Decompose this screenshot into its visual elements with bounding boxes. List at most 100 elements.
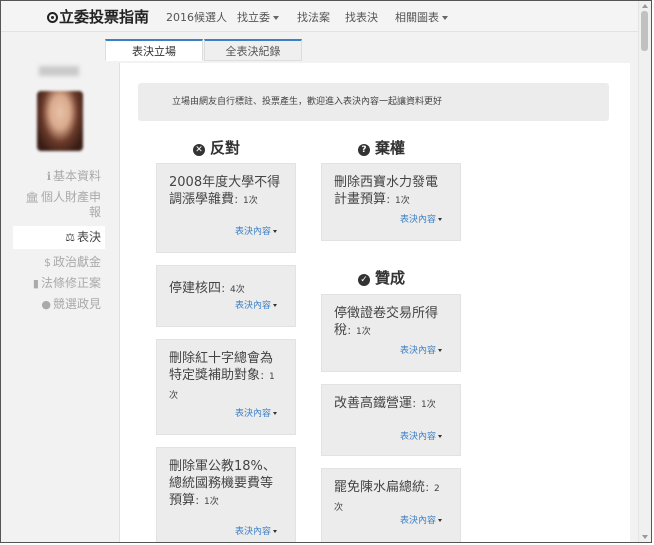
vote-card: 罷免陳水扁總統：2次 表決內容 xyxy=(321,468,461,542)
notice-text: 立場由網友自行標註、投票產生，歡迎進入表決內容一起讓資料更好 xyxy=(172,97,443,107)
navbar: 立委投票指南 2016候選人 找立委 找法案 找表決 相關圖表 xyxy=(1,1,639,32)
sidebar-item-label: 基本資料 xyxy=(52,169,101,183)
info-icon: ℹ xyxy=(46,170,51,183)
bank-icon: 🏛 xyxy=(25,191,39,204)
abstain-heading: ? 棄權 xyxy=(358,137,405,158)
balance-scale-icon: ⚖ xyxy=(65,231,75,244)
nav-find-legislator[interactable]: 找立委 xyxy=(237,9,279,25)
sidebar-item-platform[interactable]: ● 競選政見 xyxy=(15,297,105,312)
tab-label: 全表決紀錄 xyxy=(225,45,281,58)
dollar-icon: $ xyxy=(43,256,51,269)
vote-card-count: 1次 xyxy=(356,327,371,337)
times-circle-icon: ✕ xyxy=(193,144,205,156)
chevron-down-icon xyxy=(438,435,442,438)
support-heading: ✓ 贊成 xyxy=(358,267,405,288)
vote-detail-link-label: 表決內容 xyxy=(234,227,271,237)
vote-detail-link[interactable]: 表決內容 xyxy=(235,524,277,537)
tab-all-vote-records[interactable]: 全表決紀錄 xyxy=(204,39,302,61)
vote-card-title: 刪除紅十字總會為特定獎補助對象 xyxy=(169,351,274,383)
sidebar-item-label: 個人財產申報 xyxy=(40,190,101,219)
oppose-heading: ✕ 反對 xyxy=(193,137,240,158)
vote-card-count: 4次 xyxy=(230,285,245,295)
vote-detail-link-label: 表決內容 xyxy=(234,527,271,537)
chevron-down-icon xyxy=(438,519,442,522)
nav-find-bill[interactable]: 找法案 xyxy=(297,9,330,25)
vote-card-title: 2008年度大學不得調漲學雜費 xyxy=(169,175,281,207)
vote-detail-link-label: 表決內容 xyxy=(399,516,436,526)
vote-detail-link-label: 表決內容 xyxy=(399,346,436,356)
vote-card: 刪除西寶水力發電計畫預算：1次 表決內容 xyxy=(321,163,461,241)
vote-detail-link-label: 表決內容 xyxy=(399,432,436,442)
chevron-down-icon xyxy=(273,412,277,415)
vote-card-count: 1次 xyxy=(243,196,258,206)
tab-label: 表決立場 xyxy=(132,45,176,58)
vote-card-count: 1次 xyxy=(421,400,436,410)
nav-related-charts[interactable]: 相關圖表 xyxy=(395,9,448,25)
sidebar-item-amendments[interactable]: ▮ 法條修正案 xyxy=(15,276,105,291)
legislator-name-blurred xyxy=(39,66,79,76)
vote-detail-link-label: 表決內容 xyxy=(234,301,271,311)
vertical-scrollbar[interactable] xyxy=(638,1,651,542)
book-icon: ▮ xyxy=(32,277,39,290)
vote-detail-link[interactable]: 表決內容 xyxy=(400,513,442,526)
check-circle-icon: ✓ xyxy=(358,274,370,286)
vote-card-title: 刪除軍公教18%、總統國務機要費等預算 xyxy=(169,459,276,508)
vote-detail-link[interactable]: 表決內容 xyxy=(235,406,277,419)
vote-card: 停徵證卷交易所得稅：1次 表決內容 xyxy=(321,294,461,372)
vote-detail-link-label: 表決內容 xyxy=(234,409,271,419)
nav-2016-candidates-label: 2016候選人 xyxy=(166,11,227,24)
chevron-down-icon xyxy=(273,16,279,20)
vote-card-title: 罷免陳水扁總統 xyxy=(334,480,426,495)
avatar xyxy=(37,91,83,151)
logo-icon xyxy=(47,12,58,23)
chevron-down-icon xyxy=(273,230,277,233)
vote-card: 停建核四：4次 表決內容 xyxy=(156,265,296,327)
sidebar: ℹ 基本資料 🏛 個人財產申報 ⚖ 表決 $ 政治獻金 ▮ 法條修正案 ● 競選政見 xyxy=(13,61,105,312)
sidebar-item-votes[interactable]: ⚖ 表決 xyxy=(13,226,105,249)
sidebar-item-property[interactable]: 🏛 個人財產申報 xyxy=(15,190,105,220)
chevron-down-icon xyxy=(438,349,442,352)
nav-find-legislator-label: 找立委 xyxy=(237,11,270,24)
vote-detail-link[interactable]: 表決內容 xyxy=(235,224,277,237)
scroll-thumb[interactable] xyxy=(641,11,648,51)
brand-title: 立委投票指南 xyxy=(59,8,150,26)
notice-banner: 立場由網友自行標註、投票產生，歡迎進入表決內容一起讓資料更好 xyxy=(138,83,609,121)
sidebar-item-label: 法條修正案 xyxy=(40,276,101,290)
sidebar-item-basic-info[interactable]: ℹ 基本資料 xyxy=(15,169,105,184)
chevron-down-icon xyxy=(273,530,277,533)
vote-card: 2008年度大學不得調漲學雜費：1次 表決內容 xyxy=(156,163,296,253)
abstain-title: 棄權 xyxy=(375,139,406,157)
sidebar-item-label: 表決 xyxy=(76,230,101,244)
chevron-down-icon xyxy=(273,304,277,307)
nav-2016-candidates[interactable]: 2016候選人 xyxy=(166,9,227,25)
comment-icon: ● xyxy=(41,298,51,311)
vote-detail-link[interactable]: 表決內容 xyxy=(235,298,277,311)
vote-card: 刪除軍公教18%、總統國務機要費等預算：1次 表決內容 xyxy=(156,447,296,542)
vote-detail-link-label: 表決內容 xyxy=(399,215,436,225)
browser-frame: 立委投票指南 2016候選人 找立委 找法案 找表決 相關圖表 ℹ 基本資料 🏛 個… xyxy=(0,0,652,543)
chevron-down-icon xyxy=(442,16,448,20)
nav-find-vote[interactable]: 找表決 xyxy=(345,9,378,25)
nav-related-charts-label: 相關圖表 xyxy=(395,11,439,24)
question-circle-icon: ? xyxy=(358,144,370,156)
oppose-title: 反對 xyxy=(210,139,241,157)
vote-detail-link[interactable]: 表決內容 xyxy=(400,212,442,225)
scroll-up-arrow-icon[interactable] xyxy=(642,4,648,8)
chevron-down-icon xyxy=(438,218,442,221)
sidebar-item-label: 政治獻金 xyxy=(52,255,101,269)
vote-card-count: 1次 xyxy=(395,196,410,206)
scroll-down-arrow-icon[interactable] xyxy=(642,535,648,539)
nav-find-bill-label: 找法案 xyxy=(297,11,330,24)
sidebar-item-donations[interactable]: $ 政治獻金 xyxy=(15,255,105,270)
nav-find-vote-label: 找表決 xyxy=(345,11,378,24)
vote-detail-link[interactable]: 表決內容 xyxy=(400,429,442,442)
vote-detail-link[interactable]: 表決內容 xyxy=(400,343,442,356)
vote-card-title: 改善高鐵營運 xyxy=(334,396,413,411)
vote-card: 改善高鐵營運：1次 表決內容 xyxy=(321,384,461,456)
brand-link[interactable]: 立委投票指南 xyxy=(47,6,149,27)
sidebar-item-label: 競選政見 xyxy=(52,297,101,311)
tab-vote-positions[interactable]: 表決立場 xyxy=(105,39,203,61)
vote-card-title: 停建核四 xyxy=(169,281,222,296)
support-title: 贊成 xyxy=(375,269,406,287)
vote-card: 刪除紅十字總會為特定獎補助對象：1次 表決內容 xyxy=(156,339,296,435)
